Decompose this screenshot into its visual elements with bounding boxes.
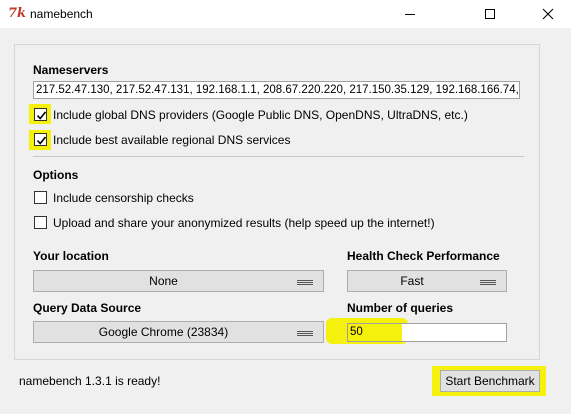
location-value: None (149, 274, 178, 288)
section-divider (33, 156, 524, 157)
num-queries-value: 50 (350, 326, 363, 338)
include-regional-checkbox[interactable] (34, 133, 47, 146)
location-select[interactable]: None (33, 270, 324, 292)
close-icon (542, 8, 554, 20)
health-check-value: Fast (400, 274, 424, 288)
upload-results-checkbox[interactable] (34, 216, 47, 229)
minimize-button[interactable] (387, 0, 433, 28)
upload-results-label[interactable]: Upload and share your anonymized results… (53, 216, 435, 230)
maximize-icon (485, 9, 495, 19)
start-benchmark-button[interactable]: Start Benchmark (440, 370, 540, 392)
dropdown-grip-icon (480, 280, 496, 285)
query-source-select[interactable]: Google Chrome (23834) (33, 321, 324, 343)
include-regional-label[interactable]: Include best available regional DNS serv… (53, 133, 290, 147)
num-queries-input[interactable]: 50 (347, 323, 507, 342)
dropdown-grip-icon (297, 331, 313, 336)
location-label: Your location (33, 249, 109, 263)
num-queries-label: Number of queries (347, 301, 454, 315)
maximize-button[interactable] (467, 0, 513, 28)
censorship-checkbox[interactable] (34, 191, 47, 204)
include-global-label[interactable]: Include global DNS providers (Google Pub… (53, 108, 468, 122)
nameservers-heading: Nameservers (33, 63, 109, 77)
nameservers-input[interactable]: 217.52.47.130, 217.52.47.131, 192.168.1.… (33, 81, 520, 99)
options-heading: Options (33, 168, 79, 182)
minimize-icon (405, 14, 415, 15)
censorship-label[interactable]: Include censorship checks (53, 191, 194, 205)
close-button[interactable] (525, 0, 571, 28)
health-check-label: Health Check Performance (347, 249, 500, 263)
status-text: namebench 1.3.1 is ready! (19, 374, 161, 388)
health-check-select[interactable]: Fast (347, 270, 507, 292)
checkmark-icon (36, 111, 47, 120)
app-logo-icon: 7k (8, 6, 27, 21)
window-title: namebench (30, 7, 93, 21)
title-bar: 7k namebench (0, 0, 571, 28)
query-source-value: Google Chrome (23834) (98, 325, 229, 339)
checkmark-icon (36, 136, 47, 145)
dropdown-grip-icon (297, 280, 313, 285)
query-source-label: Query Data Source (33, 301, 142, 315)
include-global-checkbox[interactable] (34, 108, 47, 121)
input-background (402, 324, 506, 341)
